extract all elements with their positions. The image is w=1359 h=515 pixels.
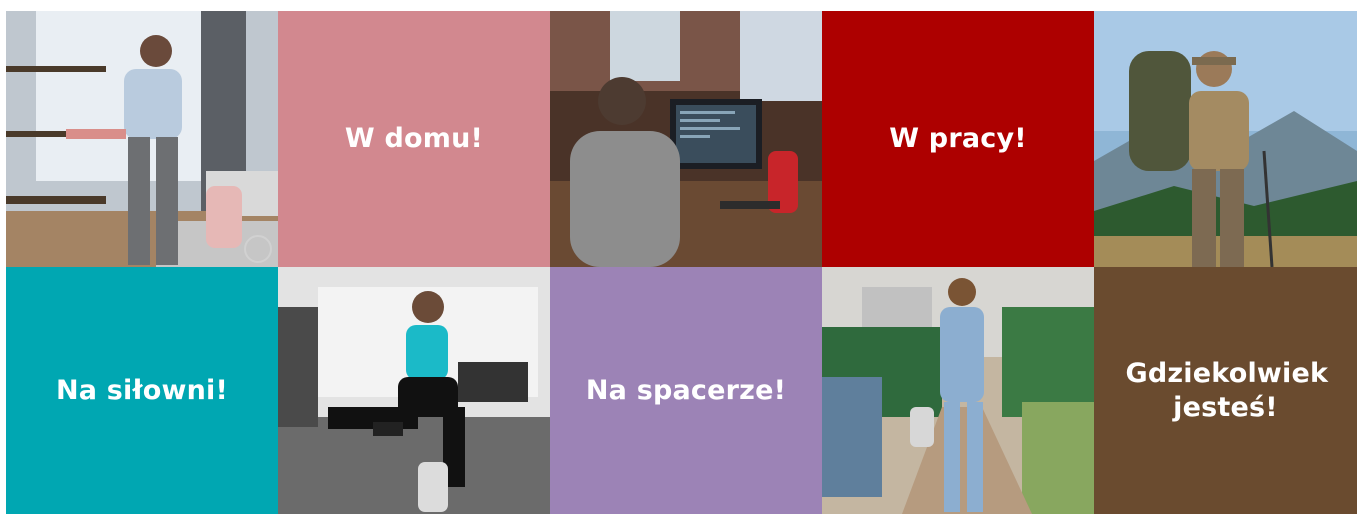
tile-home-label: W domu! bbox=[344, 123, 484, 155]
tile-anywhere: Gdziekolwiek jesteś! bbox=[1094, 267, 1357, 514]
home-photo-image bbox=[6, 11, 278, 267]
photo-home bbox=[6, 11, 278, 267]
tile-walk: Na spacerze! bbox=[550, 267, 822, 514]
photo-gym bbox=[278, 267, 550, 514]
tile-home: W domu! bbox=[278, 11, 550, 267]
park-photo-image bbox=[822, 267, 1094, 514]
office-photo-image bbox=[550, 11, 822, 267]
photo-park bbox=[822, 267, 1094, 514]
lifestyle-grid: W domu! W pracy! Na siłowni! Na spacerze… bbox=[6, 11, 1357, 514]
watermark-icon bbox=[244, 235, 272, 263]
tile-anywhere-label-line2: jesteś! bbox=[1173, 391, 1278, 423]
tile-anywhere-label: Gdziekolwiek jesteś! bbox=[1125, 357, 1329, 425]
tile-anywhere-label-line1: Gdziekolwiek bbox=[1125, 357, 1329, 389]
photo-hiking bbox=[1094, 11, 1357, 267]
tile-walk-label: Na spacerze! bbox=[585, 374, 787, 406]
gym-photo-image bbox=[278, 267, 550, 514]
tile-work: W pracy! bbox=[822, 11, 1094, 267]
tile-work-label: W pracy! bbox=[889, 123, 1027, 155]
hiking-photo-image bbox=[1094, 11, 1357, 267]
tile-gym: Na siłowni! bbox=[6, 267, 278, 514]
photo-office bbox=[550, 11, 822, 267]
tile-gym-label: Na siłowni! bbox=[55, 374, 229, 406]
